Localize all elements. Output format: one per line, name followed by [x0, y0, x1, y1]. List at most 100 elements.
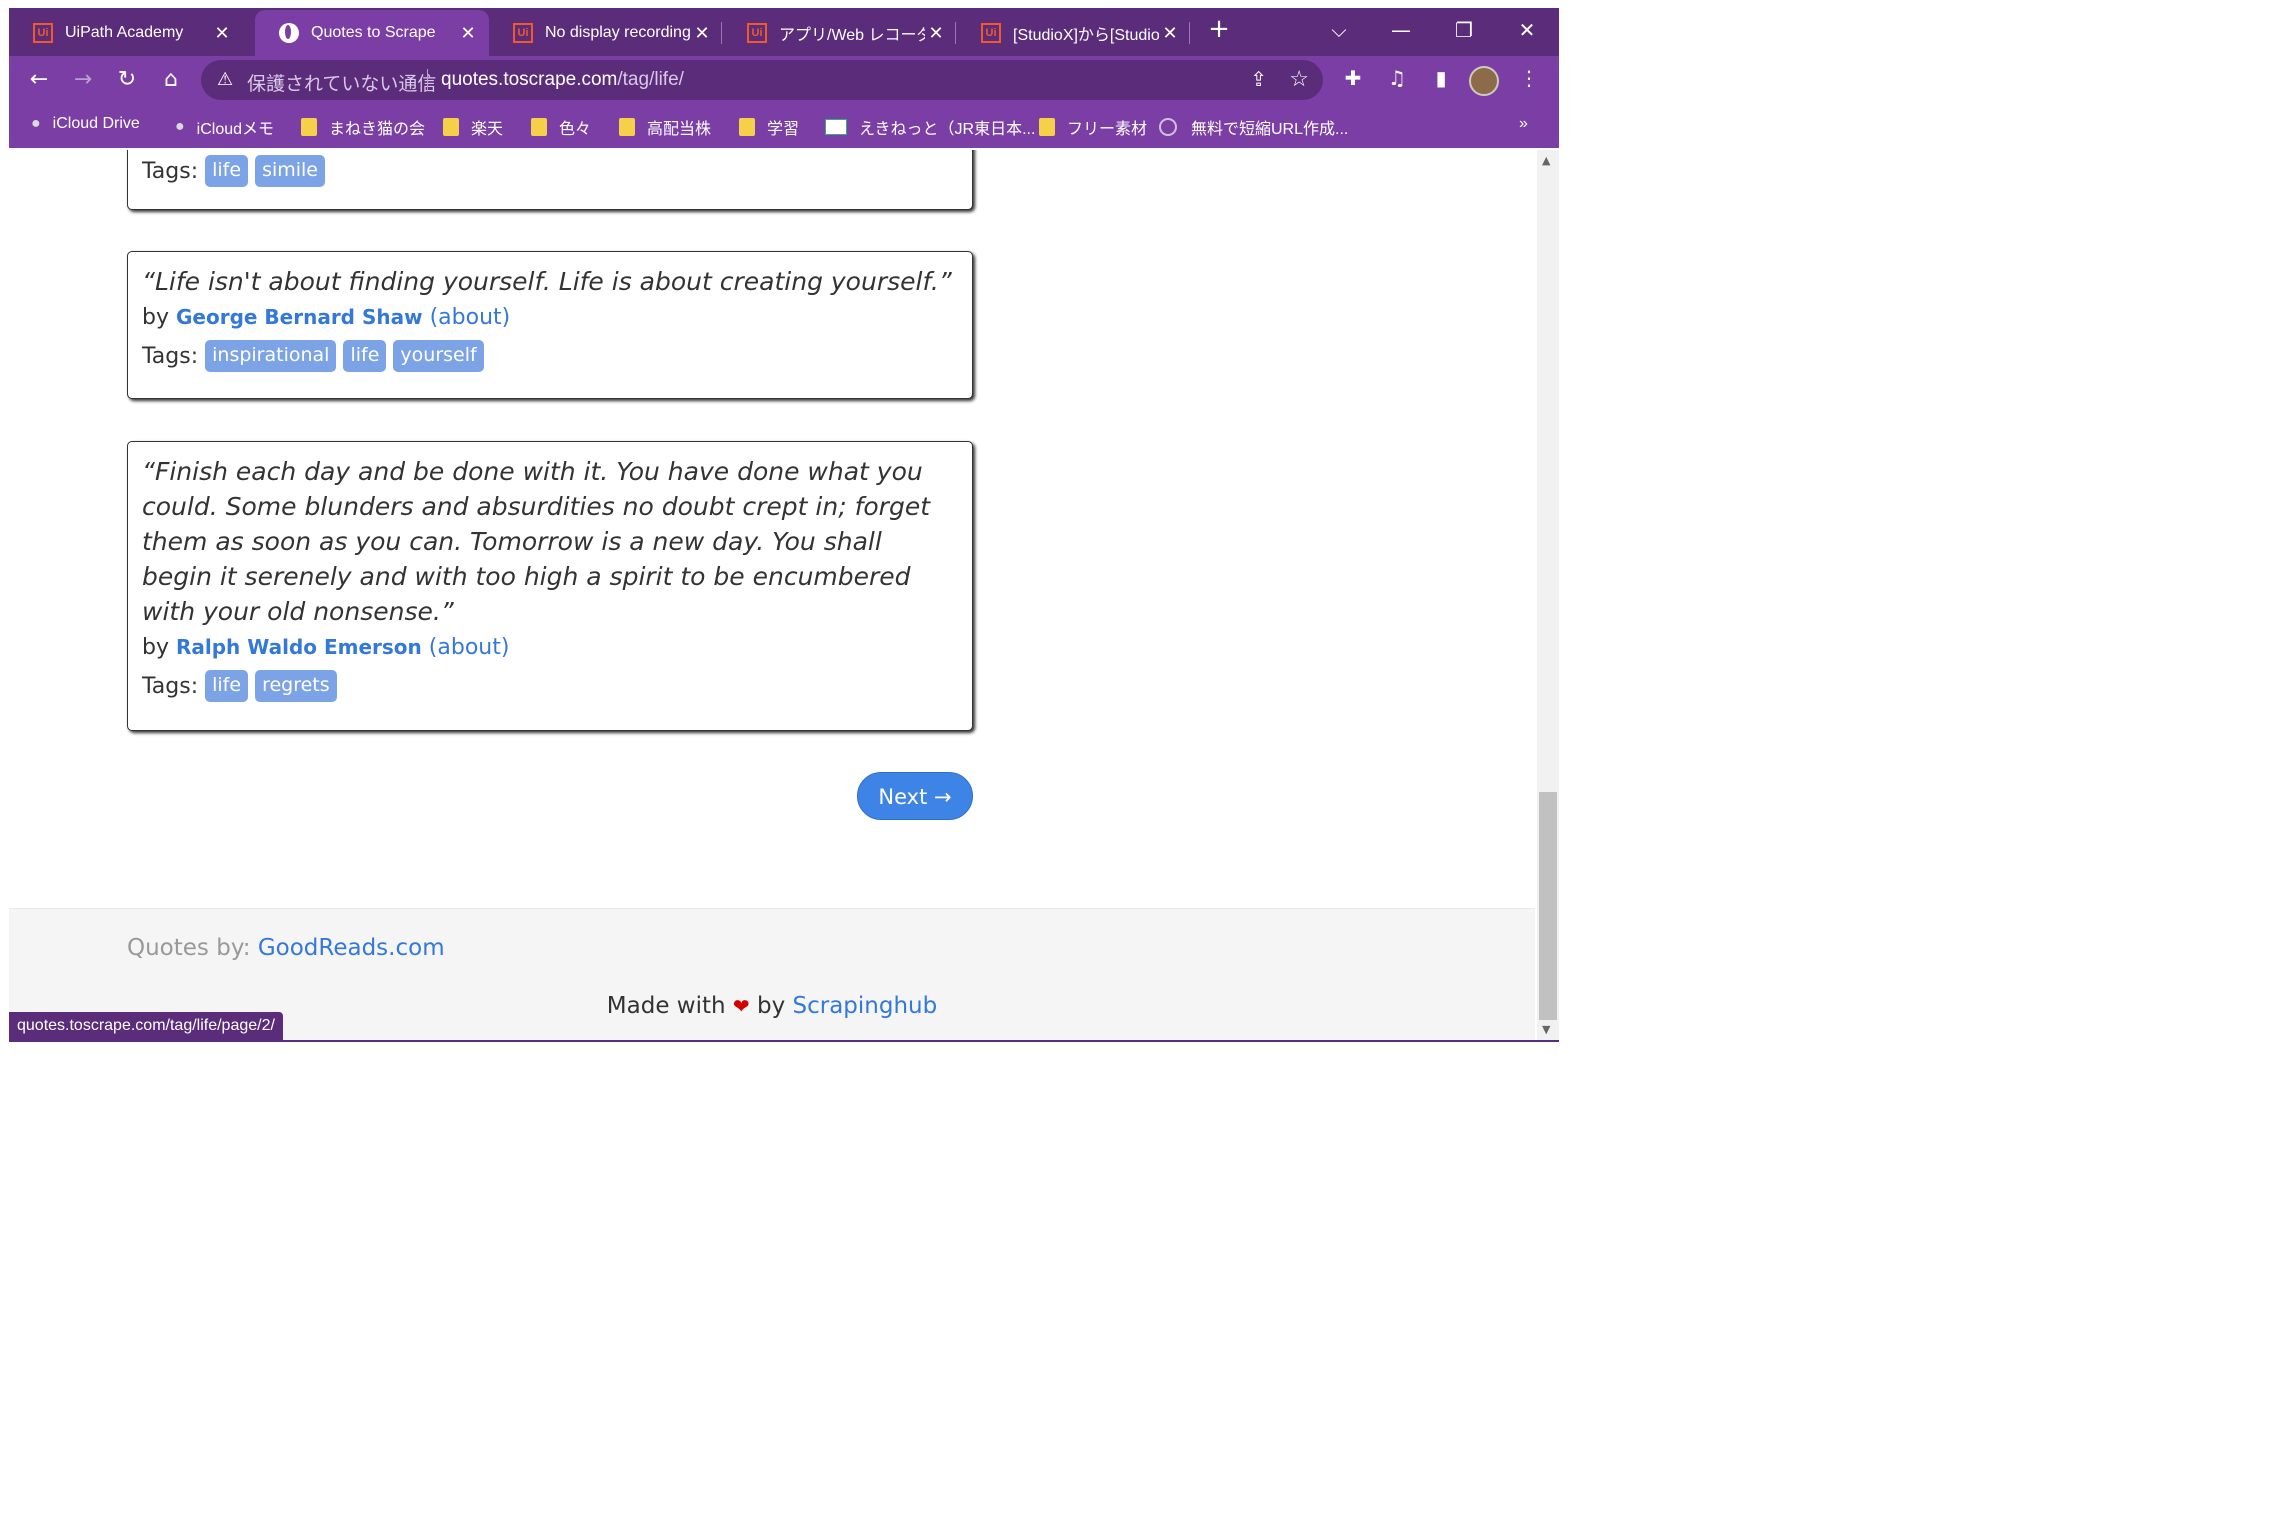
minimize-button[interactable]: — [1381, 18, 1421, 42]
bookmark-folder[interactable]: 楽天 [443, 115, 503, 139]
tab-studiox[interactable]: Ui [StudioX]から[Studio ✕ [957, 10, 1191, 56]
tags-label: Tags: [142, 673, 199, 699]
tab-title: [StudioX]から[Studio [1013, 27, 1159, 44]
tag-link[interactable]: yourself [393, 340, 484, 372]
quotes-source: Quotes by: GoodReads.com [127, 935, 445, 961]
ekinet-icon [825, 119, 847, 135]
made-with-label: Made with [606, 993, 726, 1019]
close-icon[interactable]: ✕ [691, 23, 713, 44]
reload-icon[interactable]: ↻ [111, 64, 143, 96]
bookmark-label: 楽天 [471, 121, 504, 138]
bookmark-label: 色々 [559, 121, 592, 138]
bookmark-label: iCloudメモ [196, 121, 275, 138]
address-bar[interactable]: ⚠ 保護されていない通信 quotes.toscrape.com/tag/lif… [201, 60, 1323, 100]
restore-button[interactable]: ❐ [1444, 18, 1484, 42]
bookmark-folder[interactable]: フリー素材 [1039, 115, 1147, 139]
media-control-icon[interactable]: ♫ [1381, 66, 1413, 90]
vertical-scrollbar[interactable]: ▲ ▼ [1537, 150, 1559, 1040]
bookmark-label: 無料で短縮URL作成... [1191, 121, 1349, 138]
bookmark-url-shortener[interactable]: 無料で短縮URL作成... [1159, 115, 1348, 139]
warning-icon[interactable]: ⚠ [217, 69, 233, 90]
bookmark-folder[interactable]: 学習 [739, 115, 799, 139]
tab-title: アプリ/Web レコーダー [779, 27, 925, 44]
bookmark-icloud-memo[interactable]: ● iCloudメモ [175, 115, 274, 139]
bookmark-label: えきねっと（JR東日本... [859, 121, 1036, 138]
share-icon[interactable]: ⇪ [1250, 67, 1267, 92]
tab-separator [721, 22, 722, 44]
by-label: by [142, 635, 169, 660]
back-arrow-icon[interactable]: ← [23, 64, 55, 96]
bookmark-label: 学習 [767, 121, 800, 138]
tab-title: No display recording [545, 24, 691, 41]
heart-icon: ❤ [732, 994, 750, 1018]
by-label: by [142, 305, 169, 330]
bookmark-ekinet[interactable]: えきねっと（JR東日本... [825, 115, 1035, 139]
tab-title: Quotes to Scrape [311, 24, 436, 41]
about-link[interactable]: (about) [429, 635, 510, 660]
bookmark-star-icon[interactable]: ☆ [1289, 66, 1309, 92]
link-icon [1159, 118, 1177, 136]
tab-title: UiPath Academy [65, 24, 184, 41]
tag-link[interactable]: inspirational [205, 340, 337, 372]
scroll-up-arrow-icon[interactable]: ▲ [1542, 154, 1550, 167]
bookmark-folder[interactable]: まねき猫の会 [301, 115, 425, 139]
bookmark-label: まねき猫の会 [329, 121, 426, 138]
url-text[interactable]: quotes.toscrape.com/tag/life/ [441, 69, 684, 91]
made-by-label: by [756, 993, 786, 1019]
uipath-icon: Ui [981, 23, 1001, 43]
tab-app-web-recorder[interactable]: Ui アプリ/Web レコーダー ✕ [723, 10, 957, 56]
close-icon[interactable]: ✕ [1159, 23, 1181, 44]
uipath-icon: Ui [33, 23, 53, 43]
url-host: quotes.toscrape.com [441, 69, 618, 90]
tags-row: Tags: life simile [142, 155, 958, 187]
next-page-button[interactable]: Next → [857, 772, 973, 820]
page-content: Tags: life simile “Life isn't about find… [9, 150, 1535, 1040]
tab-separator [1189, 22, 1190, 44]
tab-no-display-recording[interactable]: Ui No display recording ✕ [489, 10, 723, 56]
side-panel-icon[interactable]: ▮ [1425, 66, 1457, 90]
tag-link[interactable]: life [205, 155, 249, 187]
profile-avatar[interactable] [1469, 66, 1499, 96]
security-label[interactable]: 保護されていない通信 [247, 69, 436, 96]
folder-icon [443, 118, 459, 136]
close-icon[interactable]: ✕ [457, 23, 479, 44]
bookmarks-overflow-button[interactable]: » [1519, 115, 1528, 133]
url-path: /tag/life/ [617, 69, 684, 90]
folder-icon [1039, 118, 1055, 136]
folder-icon [739, 118, 755, 136]
tag-link[interactable]: life [343, 340, 387, 372]
goodreads-link[interactable]: GoodReads.com [258, 935, 445, 961]
menu-kebab-icon[interactable]: ⋮ [1513, 66, 1545, 90]
bookmark-folder[interactable]: 高配当株 [619, 115, 711, 139]
tags-label: Tags: [142, 158, 199, 184]
scrapinghub-link[interactable]: Scrapinghub [793, 993, 938, 1019]
tag-link[interactable]: life [205, 670, 249, 702]
close-icon[interactable]: ✕ [925, 23, 947, 44]
tab-quotes-to-scrape[interactable]: Quotes to Scrape ✕ [255, 10, 489, 56]
tab-uipath-academy[interactable]: Ui UiPath Academy ✕ [9, 10, 243, 56]
close-window-button[interactable]: ✕ [1507, 18, 1547, 42]
tag-link[interactable]: regrets [255, 670, 337, 702]
new-tab-button[interactable]: + [1199, 14, 1239, 44]
browser-toolbar: ← → ↻ ⌂ ⚠ 保護されていない通信 quotes.toscrape.com… [9, 56, 1559, 104]
quotes-by-label: Quotes by: [127, 935, 251, 961]
author-name: Ralph Waldo Emerson [175, 635, 422, 659]
about-link[interactable]: (about) [430, 305, 511, 330]
tags-row: Tags: life regrets [142, 670, 958, 702]
scroll-down-arrow-icon[interactable]: ▼ [1542, 1023, 1550, 1036]
status-bar-url: quotes.toscrape.com/tag/life/page/2/ [9, 1012, 283, 1040]
bookmark-icloud-drive[interactable]: ● iCloud Drive [31, 115, 140, 133]
scrollbar-thumb[interactable] [1539, 792, 1557, 1020]
window-border [9, 1040, 1559, 1042]
quote-byline: by Ralph Waldo Emerson (about) [142, 635, 958, 660]
folder-icon [619, 118, 635, 136]
quote-byline: by George Bernard Shaw (about) [142, 305, 958, 330]
extensions-icon[interactable]: ✚ [1337, 66, 1369, 90]
forward-arrow-icon[interactable]: → [67, 64, 99, 96]
tab-search-chevron-icon[interactable]: ⌵ [1319, 18, 1359, 42]
home-icon[interactable]: ⌂ [155, 64, 187, 96]
close-icon[interactable]: ✕ [211, 23, 233, 44]
bookmark-label: フリー素材 [1067, 121, 1148, 138]
tag-link[interactable]: simile [255, 155, 325, 187]
bookmark-folder[interactable]: 色々 [531, 115, 591, 139]
